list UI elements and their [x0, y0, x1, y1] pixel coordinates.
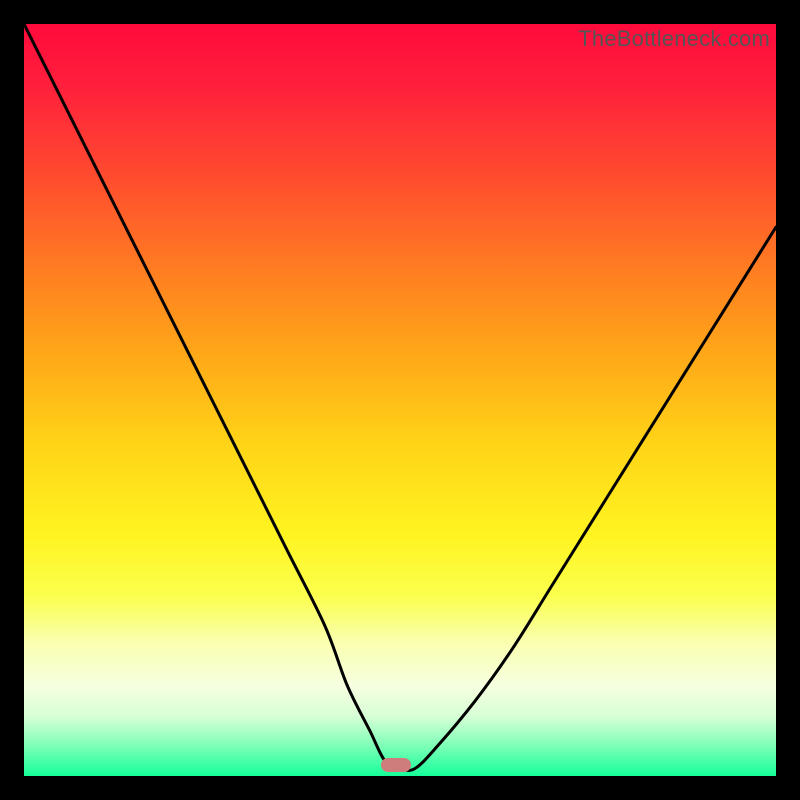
plot-area: TheBottleneck.com	[24, 24, 776, 776]
chart-frame: TheBottleneck.com	[0, 0, 800, 800]
optimum-marker	[381, 758, 411, 772]
watermark-text: TheBottleneck.com	[578, 26, 770, 52]
bottleneck-curve	[24, 24, 776, 776]
